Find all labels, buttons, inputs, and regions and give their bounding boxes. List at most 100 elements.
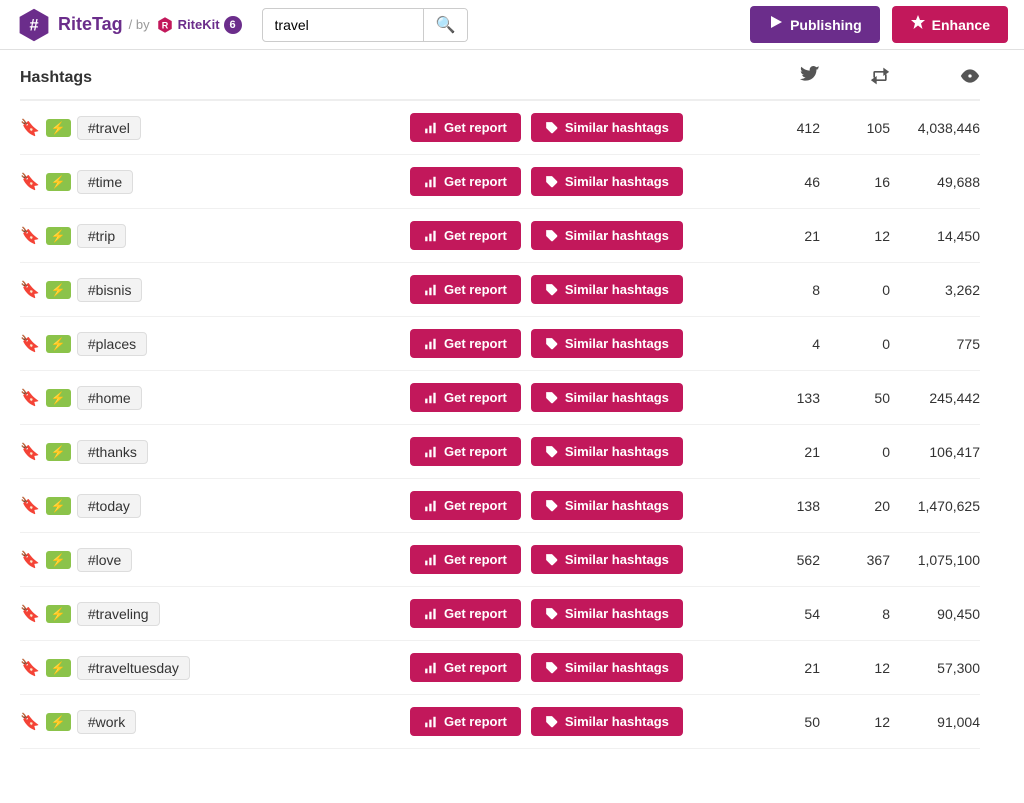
hashtag-name: #traveltuesday — [77, 656, 190, 680]
table-header: Hashtags — [20, 50, 980, 101]
table-row: 🔖 ⚡ #thanks Get report Similar hashtags … — [20, 425, 980, 479]
get-report-button[interactable]: Get report — [410, 599, 521, 628]
get-report-button[interactable]: Get report — [410, 707, 521, 736]
get-report-button[interactable]: Get report — [410, 221, 521, 250]
get-report-button[interactable]: Get report — [410, 329, 521, 358]
bookmark-icon[interactable]: 🔖 — [20, 172, 40, 192]
bookmark-icon[interactable]: 🔖 — [20, 118, 40, 138]
get-report-button[interactable]: Get report — [410, 437, 521, 466]
enhance-button[interactable]: Enhance — [892, 6, 1008, 43]
content-area: Hashtags 🔖 ⚡ #travel — [0, 50, 1024, 749]
tag-icon — [545, 391, 559, 405]
bar-chart-icon — [424, 229, 438, 243]
similar-hashtags-button[interactable]: Similar hashtags — [531, 491, 683, 520]
twitter-icon — [800, 73, 820, 89]
actions-cell: Get report Similar hashtags — [410, 329, 750, 358]
get-report-button[interactable]: Get report — [410, 491, 521, 520]
actions-cell: Get report Similar hashtags — [410, 707, 750, 736]
col-hashtags-header: Hashtags — [20, 69, 410, 87]
similar-hashtags-button[interactable]: Similar hashtags — [531, 437, 683, 466]
lightning-badge: ⚡ — [46, 173, 71, 191]
bookmark-icon[interactable]: 🔖 — [20, 226, 40, 246]
hashtag-name: #love — [77, 548, 132, 572]
bookmark-icon[interactable]: 🔖 — [20, 550, 40, 570]
hashtag-cell: 🔖 ⚡ #places — [20, 332, 410, 356]
publishing-button[interactable]: Publishing — [750, 6, 880, 43]
similar-hashtags-button[interactable]: Similar hashtags — [531, 329, 683, 358]
logo-area: # RiteTag / by R RiteKit 6 — [16, 7, 242, 43]
eye-count: 49,688 — [890, 174, 980, 190]
hashtag-cell: 🔖 ⚡ #work — [20, 710, 410, 734]
similar-hashtags-button[interactable]: Similar hashtags — [531, 383, 683, 412]
bookmark-icon[interactable]: 🔖 — [20, 712, 40, 732]
bar-chart-icon — [424, 337, 438, 351]
tag-icon — [545, 229, 559, 243]
main-content: Hashtags 🔖 ⚡ #travel — [0, 50, 1000, 749]
publishing-icon — [768, 14, 784, 35]
retweet-icon — [870, 73, 890, 89]
get-report-button[interactable]: Get report — [410, 113, 521, 142]
similar-hashtags-button[interactable]: Similar hashtags — [531, 167, 683, 196]
bookmark-icon[interactable]: 🔖 — [20, 496, 40, 516]
bookmark-icon[interactable]: 🔖 — [20, 334, 40, 354]
eye-icon — [960, 73, 980, 89]
twitter-count: 8 — [750, 282, 820, 298]
table-row: 🔖 ⚡ #love Get report Similar hashtags 56… — [20, 533, 980, 587]
table-row: 🔖 ⚡ #places Get report Similar hashtags … — [20, 317, 980, 371]
get-report-button[interactable]: Get report — [410, 383, 521, 412]
eye-count: 4,038,446 — [890, 120, 980, 136]
bookmark-icon[interactable]: 🔖 — [20, 388, 40, 408]
lightning-badge: ⚡ — [46, 551, 71, 569]
get-report-button[interactable]: Get report — [410, 275, 521, 304]
twitter-count: 4 — [750, 336, 820, 352]
eye-count: 106,417 — [890, 444, 980, 460]
similar-hashtags-button[interactable]: Similar hashtags — [531, 275, 683, 304]
retweet-count: 0 — [820, 282, 890, 298]
eye-count: 14,450 — [890, 228, 980, 244]
twitter-count: 46 — [750, 174, 820, 190]
get-report-button[interactable]: Get report — [410, 167, 521, 196]
twitter-count: 138 — [750, 498, 820, 514]
similar-hashtags-button[interactable]: Similar hashtags — [531, 545, 683, 574]
bookmark-icon[interactable]: 🔖 — [20, 442, 40, 462]
bookmark-icon[interactable]: 🔖 — [20, 604, 40, 624]
header: # RiteTag / by R RiteKit 6 🔍 Publishing … — [0, 0, 1024, 50]
hashtag-cell: 🔖 ⚡ #time — [20, 170, 410, 194]
search-input[interactable] — [263, 11, 423, 39]
tag-icon — [545, 715, 559, 729]
eye-count: 3,262 — [890, 282, 980, 298]
actions-cell: Get report Similar hashtags — [410, 275, 750, 304]
bar-chart-icon — [424, 607, 438, 621]
hashtag-cell: 🔖 ⚡ #home — [20, 386, 410, 410]
similar-hashtags-button[interactable]: Similar hashtags — [531, 599, 683, 628]
similar-hashtags-button[interactable]: Similar hashtags — [531, 113, 683, 142]
twitter-count: 50 — [750, 714, 820, 730]
retweet-count: 12 — [820, 228, 890, 244]
table-row: 🔖 ⚡ #bisnis Get report Similar hashtags … — [20, 263, 980, 317]
retweet-count: 16 — [820, 174, 890, 190]
bookmark-icon[interactable]: 🔖 — [20, 658, 40, 678]
get-report-button[interactable]: Get report — [410, 545, 521, 574]
eye-count: 1,470,625 — [890, 498, 980, 514]
eye-count: 57,300 — [890, 660, 980, 676]
get-report-button[interactable]: Get report — [410, 653, 521, 682]
tag-icon — [545, 499, 559, 513]
hashtag-rows-container: 🔖 ⚡ #travel Get report Similar hashtags … — [20, 101, 980, 749]
bar-chart-icon — [424, 283, 438, 297]
similar-hashtags-button[interactable]: Similar hashtags — [531, 707, 683, 736]
retweet-count: 0 — [820, 444, 890, 460]
hashtag-cell: 🔖 ⚡ #traveltuesday — [20, 656, 410, 680]
eye-count: 91,004 — [890, 714, 980, 730]
retweet-count: 105 — [820, 120, 890, 136]
bookmark-icon[interactable]: 🔖 — [20, 280, 40, 300]
table-row: 🔖 ⚡ #trip Get report Similar hashtags 21… — [20, 209, 980, 263]
similar-hashtags-button[interactable]: Similar hashtags — [531, 221, 683, 250]
search-button[interactable]: 🔍 — [423, 9, 468, 41]
retweet-count: 8 — [820, 606, 890, 622]
lightning-badge: ⚡ — [46, 497, 71, 515]
hashtag-name: #home — [77, 386, 142, 410]
eye-count: 245,442 — [890, 390, 980, 406]
retweet-count: 12 — [820, 660, 890, 676]
similar-hashtags-button[interactable]: Similar hashtags — [531, 653, 683, 682]
logo-text: RiteTag — [58, 14, 123, 35]
